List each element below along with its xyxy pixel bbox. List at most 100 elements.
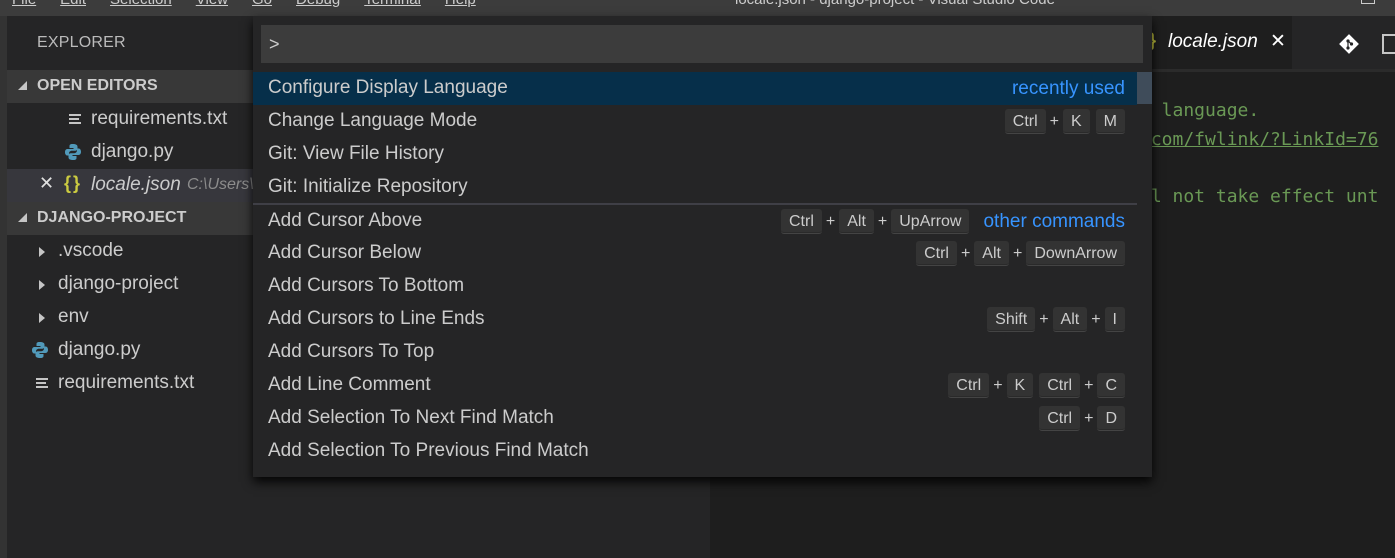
command-item[interactable]: Add Selection To Previous Find Match (253, 435, 1137, 468)
command-label: Add Cursor Below (268, 242, 422, 263)
command-item[interactable]: Add Cursor Above Ctrl + Alt + UpArrow ot… (253, 203, 1137, 238)
python-icon (32, 342, 48, 358)
file-path: C:\Users\ (187, 176, 254, 193)
command-item[interactable]: Configure Display Language recently used (253, 72, 1137, 105)
file-name: django.py (58, 339, 141, 360)
command-item[interactable]: Git: Initialize Repository (253, 171, 1137, 204)
expanded-triangle-icon (18, 213, 27, 222)
list-scrollbar-slider[interactable] (1137, 72, 1152, 104)
command-label: Add Cursors to Line Ends (268, 308, 485, 329)
key: I (1104, 307, 1125, 332)
key: Alt (839, 209, 874, 234)
keybinding: Ctrl + Alt + UpArrow other commands (781, 208, 1125, 235)
key: Ctrl (1004, 109, 1046, 134)
key: Ctrl (1039, 373, 1081, 398)
command-label: Git: View File History (268, 143, 444, 164)
command-label: Add Selection To Previous Find Match (268, 440, 589, 461)
menu-debug[interactable]: Debug (284, 0, 352, 8)
menu-file[interactable]: File (0, 0, 48, 8)
command-item[interactable]: Change Language Mode Ctrl + K M (253, 105, 1137, 138)
key: DownArrow (1026, 241, 1125, 266)
command-label: Git: Initialize Repository (268, 176, 468, 197)
command-item[interactable]: Add Cursor Below Ctrl + Alt + DownArrow (253, 237, 1137, 270)
key: D (1097, 406, 1125, 431)
vscode-window: File Edit Selection View Go Debug Termin… (0, 0, 1395, 558)
key: C (1097, 373, 1125, 398)
key-plus: + (825, 212, 836, 230)
menu-items: File Edit Selection View Go Debug Termin… (0, 0, 488, 8)
key-plus: + (1091, 310, 1101, 328)
command-label: Add Cursors To Top (268, 341, 435, 362)
other-commands-hint: other commands (983, 210, 1125, 232)
menu-bar: File Edit Selection View Go Debug Termin… (0, 0, 1395, 16)
key-plus: + (877, 212, 888, 230)
key-plus: + (1084, 409, 1094, 427)
key: Ctrl (948, 373, 990, 398)
close-editor-icon[interactable]: ✕ (39, 173, 54, 194)
folder-name: .vscode (58, 240, 124, 261)
key-plus: + (1039, 310, 1049, 328)
command-item[interactable]: Add Cursors To Bottom (253, 270, 1137, 303)
code-line-2[interactable]: .com/fwlink/?LinkId=76 (1140, 129, 1378, 150)
command-label: Add Selection To Next Find Match (268, 407, 554, 428)
project-label: DJANGO-PROJECT (37, 209, 187, 226)
keybinding: Ctrl + D (1039, 405, 1125, 432)
key: Alt (1052, 307, 1088, 332)
key: M (1095, 109, 1125, 134)
key-plus: + (960, 244, 971, 262)
file-name: locale.json (91, 174, 181, 195)
menu-go[interactable]: Go (240, 0, 284, 8)
file-name: django.py (91, 141, 174, 162)
command-label: Add Cursors To Bottom (268, 275, 465, 296)
keybinding: Ctrl + K Ctrl + C (948, 372, 1125, 399)
command-item[interactable]: Add Cursors to Line Ends Shift + Alt + I (253, 303, 1137, 336)
file-name: requirements.txt (91, 108, 228, 129)
collapsed-chevron-icon (39, 247, 45, 257)
key: UpArrow (891, 209, 970, 234)
text-file-icon (36, 378, 48, 390)
command-label: Add Line Comment (268, 374, 431, 395)
split-editor-icon[interactable] (1382, 34, 1395, 54)
code-line-1: / language. (1140, 100, 1260, 121)
key: Ctrl (916, 241, 957, 266)
command-list: Configure Display Language recently used… (253, 72, 1152, 472)
activity-bar (0, 16, 7, 558)
file-name: requirements.txt (58, 372, 195, 393)
keybinding: Shift + Alt + I (987, 306, 1125, 333)
key: Ctrl (781, 209, 822, 234)
key-plus: + (1049, 112, 1059, 130)
menu-help[interactable]: Help (433, 0, 488, 8)
key-plus: + (1084, 376, 1094, 394)
key: K (1063, 109, 1090, 134)
python-icon (65, 144, 81, 160)
menu-terminal[interactable]: Terminal (352, 0, 433, 8)
command-item[interactable]: Add Cursors To Top (253, 336, 1137, 369)
key-plus: + (1012, 244, 1023, 262)
collapsed-chevron-icon (39, 313, 45, 323)
folder-name: env (58, 306, 89, 327)
keybinding: Ctrl + K M (1004, 108, 1125, 135)
key: Alt (974, 241, 1009, 266)
open-editors-label: OPEN EDITORS (37, 77, 158, 94)
key-plus: + (993, 376, 1003, 394)
command-item[interactable]: Add Line Comment Ctrl + K Ctrl + C (253, 369, 1137, 402)
command-palette-input[interactable] (261, 25, 1143, 63)
menu-edit[interactable]: Edit (48, 0, 98, 8)
command-label: Configure Display Language (268, 77, 508, 98)
text-file-icon (69, 114, 81, 126)
close-tab-icon[interactable]: ✕ (1270, 30, 1286, 53)
expanded-triangle-icon (18, 81, 27, 90)
window-title: locale.json - django-project - Visual St… (735, 0, 1055, 8)
menu-view[interactable]: View (184, 0, 240, 8)
command-palette: Configure Display Language recently used… (253, 16, 1152, 477)
git-compare-icon[interactable] (1338, 33, 1360, 55)
command-item[interactable]: Git: View File History (253, 138, 1137, 171)
key: Ctrl (1039, 406, 1081, 431)
menu-selection[interactable]: Selection (98, 0, 184, 8)
command-item[interactable]: Add Selection To Next Find Match Ctrl + … (253, 402, 1137, 435)
keybinding: Ctrl + Alt + DownArrow (916, 240, 1125, 267)
folder-name: django-project (58, 273, 179, 294)
code-line-3: ll not take effect unt (1140, 186, 1379, 207)
collapsed-chevron-icon (39, 280, 45, 290)
restore-window-button[interactable] (1361, 0, 1375, 4)
